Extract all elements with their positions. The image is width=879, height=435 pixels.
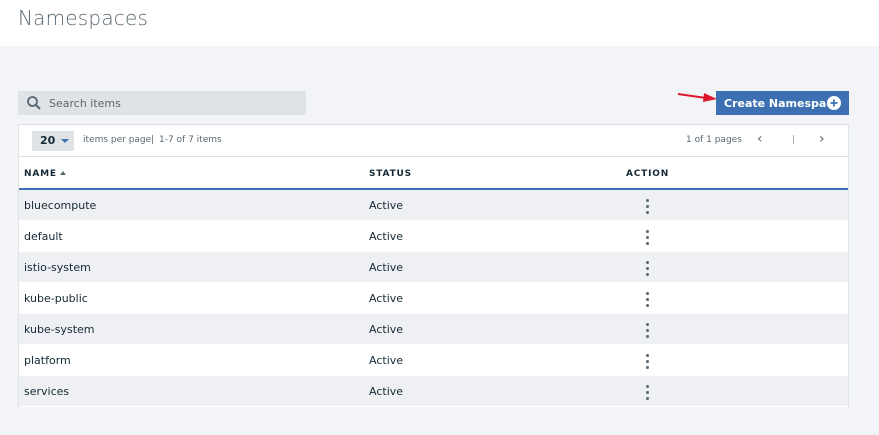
items-per-page-label: items per page <box>83 135 152 145</box>
overflow-menu-icon[interactable] <box>642 228 654 246</box>
namespaces-table: 20 items per page | 1-7 of 7 items 1 of … <box>18 124 849 407</box>
namespace-name: kube-public <box>24 292 88 305</box>
namespace-status: Active <box>369 385 404 398</box>
column-header-name-label: NAME <box>24 169 57 179</box>
page-header: Namespaces <box>0 0 879 46</box>
overflow-menu-icon[interactable] <box>642 321 654 339</box>
pages-label: 1 of 1 pages <box>686 135 742 145</box>
table-row: istio-system Active <box>19 252 848 283</box>
table-row: kube-system Active <box>19 314 848 345</box>
red-arrow-icon <box>677 93 717 102</box>
namespace-name: platform <box>24 354 71 367</box>
table-row: kube-public Active <box>19 283 848 314</box>
search-icon <box>27 96 41 110</box>
chevron-left-icon[interactable]: ‹ <box>757 131 771 147</box>
chevron-right-icon[interactable]: › <box>819 131 833 147</box>
create-namespace-label: Create Namespace <box>724 96 841 110</box>
search-input[interactable] <box>49 91 299 115</box>
pager-divider: | <box>792 135 796 145</box>
namespace-status: Active <box>369 199 404 212</box>
namespace-status: Active <box>369 230 404 243</box>
namespace-name: services <box>24 385 70 398</box>
column-header-action: ACTION <box>626 169 670 179</box>
overflow-menu-icon[interactable] <box>642 290 654 308</box>
namespace-status: Active <box>369 323 404 336</box>
search-bar[interactable] <box>18 91 306 115</box>
column-header-status: STATUS <box>369 169 412 179</box>
items-range-label: 1-7 of 7 items <box>159 135 222 145</box>
pagination-bar: 20 items per page | 1-7 of 7 items 1 of … <box>19 125 848 157</box>
page-title: Namespaces <box>18 6 149 30</box>
overflow-menu-icon[interactable] <box>642 352 654 370</box>
namespace-name: kube-system <box>24 323 95 336</box>
page-size-value: 20 <box>40 134 56 147</box>
namespace-name: bluecompute <box>24 199 97 212</box>
overflow-menu-icon[interactable] <box>642 197 654 215</box>
sort-ascending-icon <box>59 171 66 175</box>
namespace-name: default <box>24 230 63 243</box>
namespace-status: Active <box>369 292 404 305</box>
overflow-menu-icon[interactable] <box>642 383 654 401</box>
create-namespace-button[interactable]: Create Namespace <box>716 91 849 115</box>
table-row: services Active <box>19 376 848 407</box>
table-body: bluecompute Active default Active istio-… <box>19 190 848 407</box>
table-row: platform Active <box>19 345 848 376</box>
namespace-status: Active <box>369 261 404 274</box>
chevron-down-icon <box>61 139 69 143</box>
namespace-name: istio-system <box>24 261 91 274</box>
pager-separator: | <box>151 135 155 145</box>
column-header-name[interactable]: NAME <box>24 169 66 179</box>
overflow-menu-icon[interactable] <box>642 259 654 277</box>
table-header: NAME STATUS ACTION <box>19 157 848 190</box>
table-row: default Active <box>19 221 848 252</box>
namespace-status: Active <box>369 354 404 367</box>
add-circle-icon <box>827 96 841 110</box>
page-size-select[interactable]: 20 <box>32 131 74 151</box>
table-row: bluecompute Active <box>19 190 848 221</box>
